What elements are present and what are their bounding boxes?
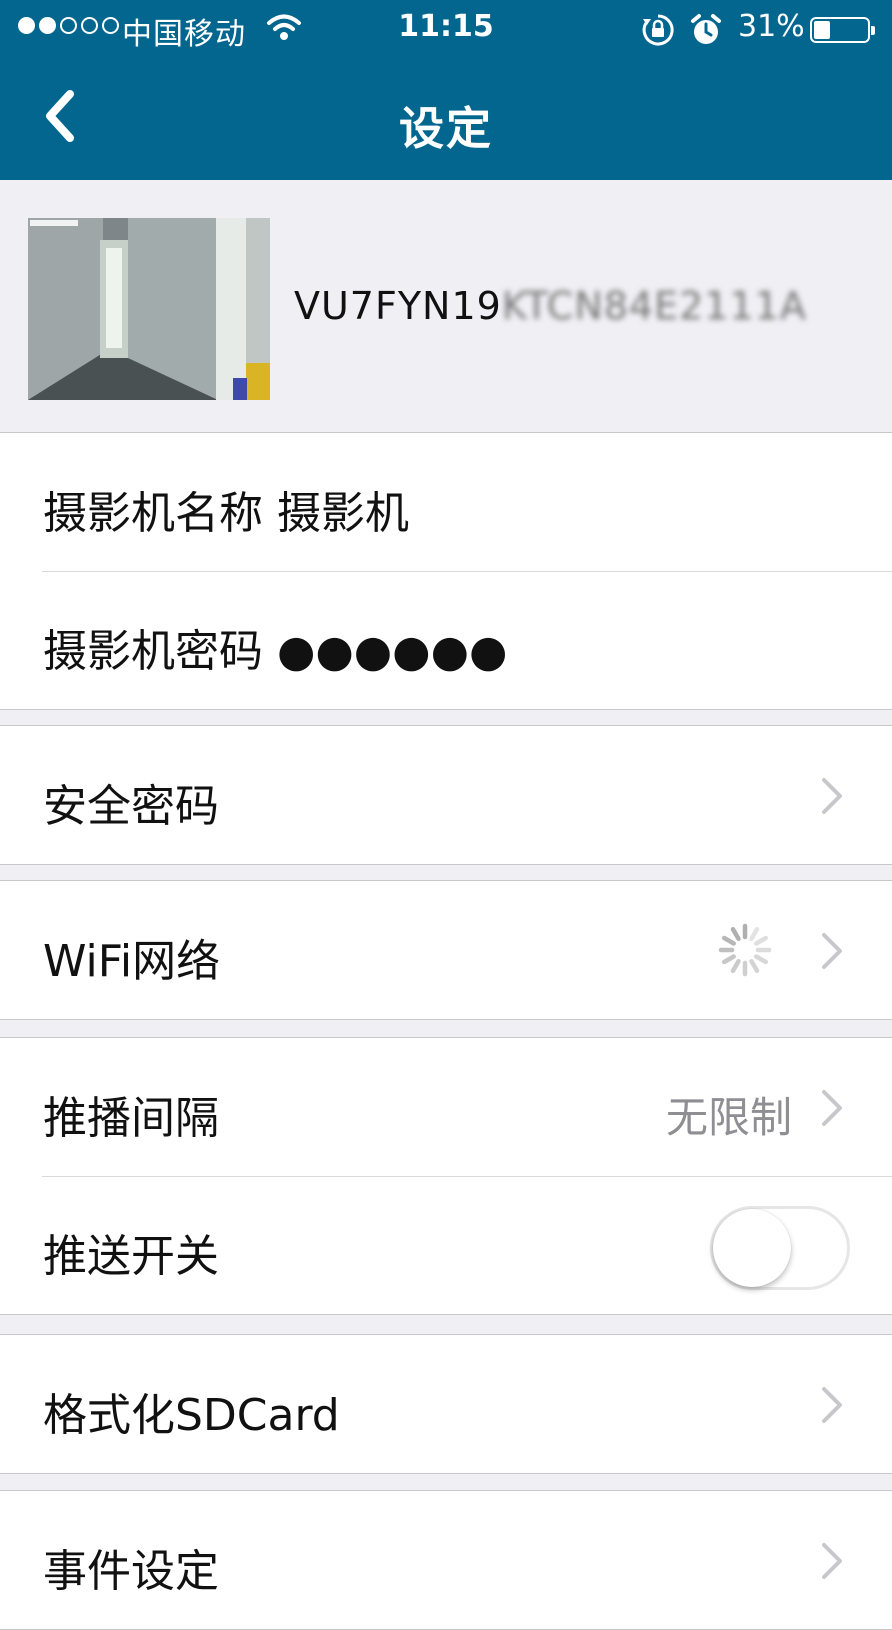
page-title: 设定 (398, 102, 493, 155)
event-settings-row[interactable]: 事件设定 (0, 1491, 892, 1629)
push-interval-label: 推播间隔 (43, 1093, 219, 1144)
camera-snapshot-thumbnail[interactable] (28, 218, 270, 400)
event-settings-group: 事件设定 (0, 1490, 892, 1630)
chevron-right-icon (822, 1387, 842, 1423)
wifi-network-row[interactable]: WiFi网络 (0, 881, 892, 1019)
toggle-knob (713, 1209, 791, 1287)
camera-name-row[interactable]: 摄影机名称 摄影机 (0, 433, 892, 571)
device-id-obscured: KTCN84E2111A (501, 284, 807, 328)
push-interval-value: 无限制 (665, 1093, 792, 1142)
rotation-lock-icon (641, 13, 675, 55)
battery-icon (810, 17, 875, 43)
camera-password-row[interactable]: 摄影机密码 ●●●●●● (0, 571, 892, 709)
wifi-network-label: WiFi网络 (43, 936, 221, 987)
status-bar: 中国移动 11:15 31% (0, 0, 892, 60)
push-switch-toggle[interactable] (710, 1206, 850, 1290)
chevron-right-icon (822, 1543, 842, 1579)
push-notification-group: 推播间隔 无限制 推送开关 (0, 1037, 892, 1315)
camera-password-label: 摄影机密码 ●●●●●● (43, 626, 508, 677)
format-sdcard-group: 格式化SDCard (0, 1334, 892, 1474)
push-interval-row[interactable]: 推播间隔 无限制 (0, 1038, 892, 1176)
camera-info-card: VU7FYN19KTCN84E2111A (0, 180, 892, 433)
camera-device-id: VU7FYN19KTCN84E2111A (294, 284, 807, 328)
camera-name-label: 摄影机名称 摄影机 (43, 488, 409, 539)
alarm-icon (690, 13, 722, 55)
push-switch-row: 推送开关 (0, 1176, 892, 1314)
device-id-visible: VU7FYN19 (294, 284, 502, 328)
loading-spinner-icon (718, 923, 772, 977)
battery-percent: 31% (738, 9, 805, 44)
chevron-right-icon (822, 1090, 842, 1126)
nav-header: 中国移动 11:15 31% 设定 (0, 0, 892, 180)
camera-name-value: 摄影机 (277, 488, 409, 539)
chevron-right-icon (822, 778, 842, 814)
security-password-label: 安全密码 (43, 781, 219, 832)
format-sdcard-row[interactable]: 格式化SDCard (0, 1335, 892, 1473)
security-password-row[interactable]: 安全密码 (0, 726, 892, 864)
security-password-group: 安全密码 (0, 725, 892, 865)
format-sdcard-label: 格式化SDCard (43, 1390, 340, 1441)
wifi-group: WiFi网络 (0, 880, 892, 1020)
chevron-right-icon (822, 933, 842, 969)
camera-credentials-group: 摄影机名称 摄影机 摄影机密码 ●●●●●● (0, 432, 892, 710)
push-switch-label: 推送开关 (43, 1231, 219, 1282)
event-settings-label: 事件设定 (43, 1546, 219, 1597)
camera-password-value: ●●●●●● (277, 626, 508, 677)
